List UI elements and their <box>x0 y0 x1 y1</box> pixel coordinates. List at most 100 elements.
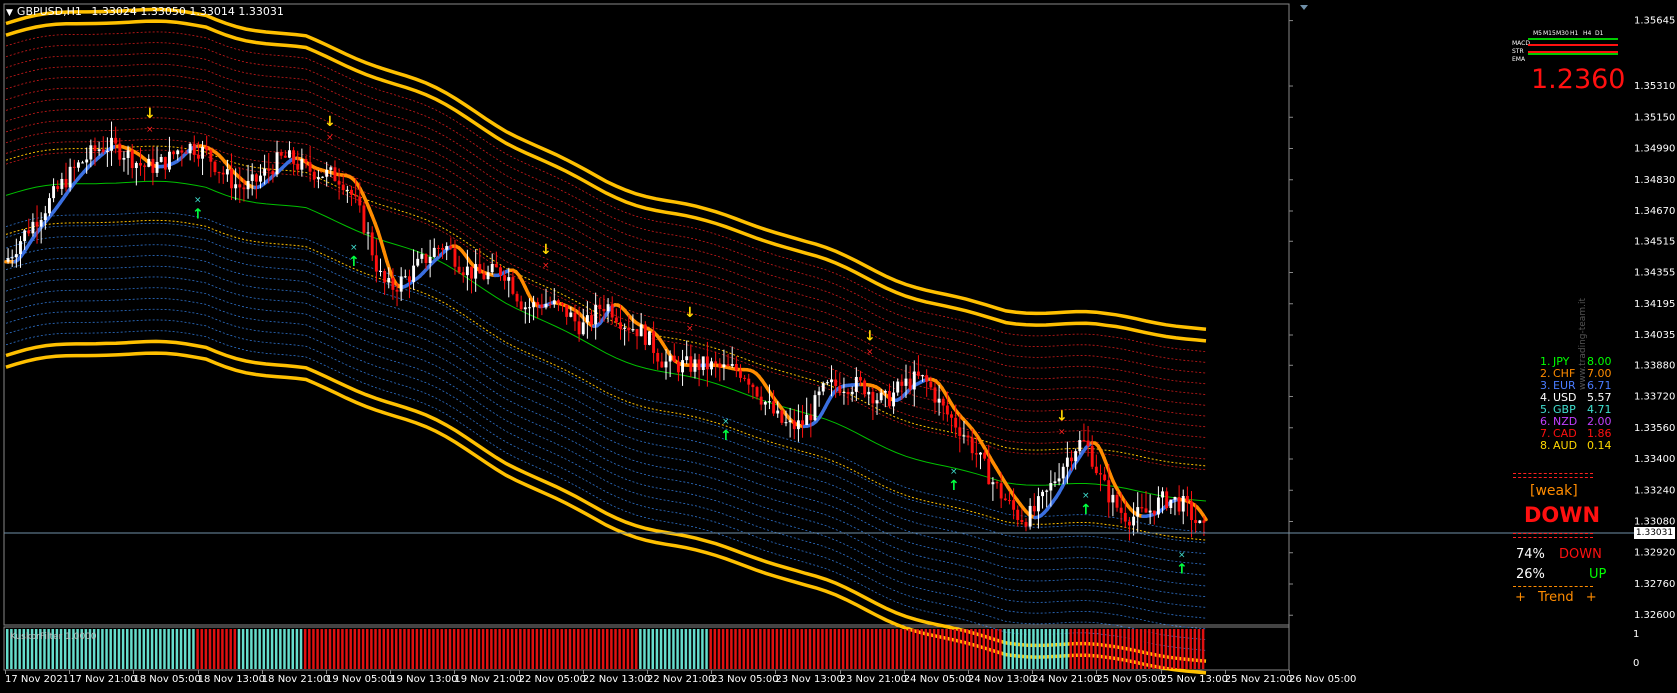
candle-body <box>548 303 552 305</box>
hist-bar <box>593 629 597 669</box>
time-tick <box>133 670 135 674</box>
hist-bar <box>353 629 357 669</box>
candle-body <box>685 356 689 361</box>
dropdown-triangle-icon[interactable]: ▼ <box>6 8 13 18</box>
hist-bar <box>490 629 493 669</box>
down-word: DOWN <box>1559 547 1602 562</box>
hist-bar <box>837 629 841 669</box>
candle-body <box>321 176 324 178</box>
hist-bar <box>862 629 866 669</box>
hist-bar <box>183 629 187 669</box>
candle-body <box>362 205 366 233</box>
hist-bar <box>510 629 514 669</box>
candle-body <box>312 171 316 180</box>
candle-body <box>507 277 511 281</box>
candle-body <box>714 361 718 364</box>
candle-body <box>850 391 854 395</box>
hist-bar <box>1139 629 1143 669</box>
hist-bar <box>390 629 394 669</box>
candle-body <box>97 149 101 152</box>
ema-line <box>1528 53 1618 55</box>
hist-bar <box>221 629 224 669</box>
candle-body <box>428 256 432 263</box>
candle-body <box>950 414 953 418</box>
candle-body <box>105 150 109 152</box>
hist-bar <box>97 629 100 669</box>
candle-body <box>1099 473 1102 475</box>
candle-body <box>503 275 507 281</box>
candle-body <box>693 359 697 372</box>
currency-row: 8. AUD 0.14 <box>1540 439 1612 452</box>
hist-bar <box>709 629 712 669</box>
candle-body <box>143 165 147 167</box>
price-chart[interactable]: ×↓×↓×↓×↓×↓×↓×↑×↑×↑×↑×↑×↑ 1.356451.353101… <box>0 0 1677 693</box>
buy-cross-icon: × <box>950 467 958 477</box>
hist-bar <box>916 629 919 669</box>
candle-body <box>76 162 80 168</box>
hist-bar <box>606 629 609 669</box>
candle-body <box>780 410 784 423</box>
candle-body <box>908 378 912 390</box>
candle-body <box>209 150 213 162</box>
hist-bar <box>1148 629 1151 669</box>
price-label: 1.34195 <box>1634 299 1675 310</box>
candle-body <box>846 391 850 395</box>
hist-bar <box>556 629 559 669</box>
candle-body <box>56 186 60 189</box>
time-tick <box>518 670 520 674</box>
hist-bar <box>436 629 439 669</box>
candle-body <box>81 162 84 164</box>
time-label: 22 Nov 05:00 <box>518 674 587 685</box>
candle-body <box>892 392 896 407</box>
hist-bar <box>316 629 319 669</box>
candle-body <box>122 157 126 160</box>
buy-cross-icon: × <box>194 196 202 206</box>
hist-bar <box>303 629 307 669</box>
candle-body <box>89 145 93 160</box>
candle-body <box>35 221 39 227</box>
hist-bar <box>374 629 377 669</box>
hist-bar <box>1040 629 1043 669</box>
current-price-tag: 1.33031 <box>1634 527 1675 539</box>
hist-bar <box>1160 629 1163 669</box>
candle-body <box>734 364 738 371</box>
candle-body <box>126 150 130 158</box>
hist-bar <box>444 629 448 669</box>
candle-body <box>1148 510 1152 513</box>
hist-bar <box>622 629 626 669</box>
chart-shift-marker <box>1300 5 1308 10</box>
candle-body <box>254 174 258 182</box>
candle-body <box>1173 497 1177 500</box>
candle-body <box>1107 480 1111 503</box>
candle-body <box>163 157 167 170</box>
hist-bar <box>403 629 406 669</box>
hist-bar <box>498 629 501 669</box>
candle-body <box>350 189 353 195</box>
candle-body <box>1041 491 1044 497</box>
hist-bar <box>502 629 506 669</box>
candle-body <box>656 352 660 362</box>
price-label: 1.35310 <box>1634 81 1675 92</box>
candle-body <box>747 378 751 385</box>
time-tick <box>390 670 392 674</box>
candle-body <box>755 387 759 397</box>
price-label: 1.34035 <box>1634 330 1675 341</box>
hist-bar <box>597 629 601 669</box>
hist-bar <box>101 629 104 669</box>
candle-body <box>776 410 780 414</box>
candle-body <box>726 364 730 366</box>
hist-bar <box>966 629 969 669</box>
hist-bar <box>192 629 195 669</box>
time-tick <box>711 670 713 674</box>
candle-body <box>606 304 610 312</box>
candle-body <box>813 395 817 421</box>
candle-body <box>1086 440 1090 446</box>
hist-bar <box>179 629 183 669</box>
candle-body <box>300 159 304 170</box>
candle-body <box>648 331 651 345</box>
candle-body <box>1074 451 1078 462</box>
candle-body <box>118 143 122 160</box>
hist-bar <box>1081 629 1085 669</box>
candle-body <box>482 273 486 280</box>
hist-bar <box>1172 629 1176 669</box>
